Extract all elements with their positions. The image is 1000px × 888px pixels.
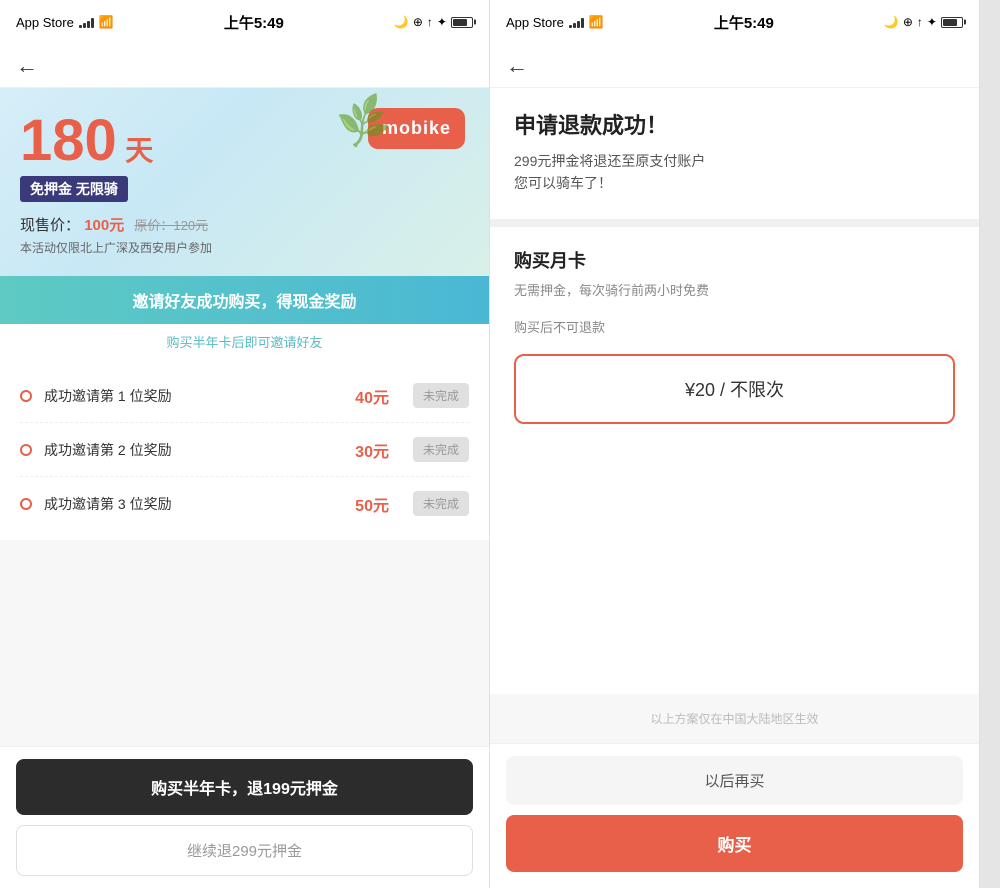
- monthly-card[interactable]: ¥20 / 不限次: [514, 354, 955, 424]
- status-left: App Store 📶: [16, 15, 114, 30]
- price-label: 现售价：: [20, 217, 80, 234]
- arrow-icon-right: ↑: [917, 15, 923, 29]
- back-button-left[interactable]: ←: [16, 53, 38, 79]
- buy-button[interactable]: 购买: [506, 815, 963, 872]
- monthly-desc1: 无需押金，每次骑行前两小时免费: [514, 281, 955, 302]
- later-button[interactable]: 以后再买: [506, 756, 963, 805]
- moon-icon: 🌙: [394, 15, 409, 29]
- invite-banner: 邀请好友成功购买，得现金奖励: [0, 276, 489, 324]
- location-icon: ⊕: [413, 15, 423, 29]
- arrow-icon: ↑: [427, 15, 433, 29]
- invite-sub: 购买半年卡后即可邀请好友: [0, 324, 489, 359]
- reward-amount-2: 30元: [355, 438, 389, 462]
- reward-dot-1: [20, 390, 32, 402]
- back-button-right[interactable]: ←: [506, 53, 528, 79]
- list-item: 成功邀请第 2 位奖励 30元 未完成: [20, 423, 469, 477]
- list-item: 成功邀请第 1 位奖励 40元 未完成: [20, 369, 469, 423]
- continue-refund-button[interactable]: 继续退299元押金: [16, 825, 473, 876]
- monthly-title: 购买月卡: [514, 247, 955, 273]
- reward-status-3: 未完成: [413, 491, 469, 516]
- app-store-label-left: App Store: [16, 15, 74, 30]
- battery-icon-right: [941, 17, 963, 28]
- status-bar-left: App Store 📶 上午5:49 🌙 ⊕ ↑ ✦: [0, 0, 489, 44]
- location-icon-right: ⊕: [903, 15, 913, 29]
- reward-label-2: 成功邀请第 2 位奖励: [44, 440, 343, 460]
- monthly-desc2: 购买后不可退款: [514, 318, 955, 339]
- success-title: 申请退款成功！: [514, 108, 955, 140]
- panel1-scroll: 180 天 免押金 无限骑 现售价： 100元 原价：120元 本活动仅限北上广…: [0, 88, 489, 746]
- reward-dot-3: [20, 498, 32, 510]
- disclaimer: 以上方案仅在中国大陆地区生效: [490, 694, 979, 743]
- hero-note: 本活动仅限北上广深及西安用户参加: [20, 239, 469, 256]
- signal-icon: [79, 17, 94, 28]
- nav-bar-right: ←: [490, 44, 979, 88]
- status-bar-right: App Store 📶 上午5:49 🌙 ⊕ ↑ ✦: [490, 0, 979, 44]
- bluetooth-icon: ✦: [437, 15, 447, 29]
- hero-days: 180: [20, 108, 117, 173]
- status-right-left: 🌙 ⊕ ↑ ✦: [394, 15, 473, 29]
- bottom-buttons-panel1: 购买半年卡，退199元押金 继续退299元押金: [0, 746, 489, 888]
- monthly-section: 购买月卡 无需押金，每次骑行前两小时免费 购买后不可退款 ¥20 / 不限次: [490, 227, 979, 694]
- reward-status-1: 未完成: [413, 383, 469, 408]
- reward-amount-1: 40元: [355, 384, 389, 408]
- time-right: 上午5:49: [714, 12, 774, 33]
- panel-right: App Store 📶 上午5:49 🌙 ⊕ ↑ ✦ ← 申请退款成功！: [490, 0, 980, 888]
- bottom-buttons-panel2: 以后再买 购买: [490, 743, 979, 888]
- app-store-label-right: App Store: [506, 15, 564, 30]
- wifi-icon: 📶: [99, 15, 114, 29]
- list-item: 成功邀请第 3 位奖励 50元 未完成: [20, 477, 469, 530]
- hero-tag: 免押金 无限骑: [20, 176, 128, 202]
- reward-status-2: 未完成: [413, 437, 469, 462]
- reward-list: 成功邀请第 1 位奖励 40元 未完成 成功邀请第 2 位奖励 30元 未完成 …: [0, 359, 489, 540]
- time-left: 上午5:49: [224, 12, 284, 33]
- price-value: 100元: [84, 217, 124, 234]
- reward-dot-2: [20, 444, 32, 456]
- hero-days-unit: 天: [125, 135, 153, 166]
- buy-half-year-button[interactable]: 购买半年卡，退199元押金: [16, 759, 473, 815]
- panel2-scroll: 申请退款成功！ 299元押金将退还至原支付账户 您可以骑车了！ 购买月卡 无需押…: [490, 88, 979, 743]
- reward-amount-3: 50元: [355, 492, 389, 516]
- signal-icon-right: [569, 17, 584, 28]
- battery-icon: [451, 17, 473, 28]
- nav-bar-left: ←: [0, 44, 489, 88]
- success-desc2: 您可以骑车了！: [514, 172, 955, 194]
- moon-icon-right: 🌙: [884, 15, 899, 29]
- monthly-card-text: ¥20 / 不限次: [685, 380, 784, 400]
- wifi-icon-right: 📶: [589, 15, 604, 29]
- original-price: 原价：120元: [134, 218, 208, 233]
- status-left-right: App Store 📶: [506, 15, 604, 30]
- bluetooth-icon-right: ✦: [927, 15, 937, 29]
- reward-label-1: 成功邀请第 1 位奖励: [44, 386, 343, 406]
- panel-left: App Store 📶 上午5:49 🌙 ⊕ ↑ ✦ ←: [0, 0, 490, 888]
- success-desc1: 299元押金将退还至原支付账户: [514, 150, 955, 172]
- reward-label-3: 成功邀请第 3 位奖励: [44, 494, 343, 514]
- status-right-right: 🌙 ⊕ ↑ ✦: [884, 15, 963, 29]
- success-section: 申请退款成功！ 299元押金将退还至原支付账户 您可以骑车了！: [490, 88, 979, 227]
- hero-price: 现售价： 100元 原价：120元: [20, 214, 469, 235]
- hero-banner: 180 天 免押金 无限骑 现售价： 100元 原价：120元 本活动仅限北上广…: [0, 88, 489, 276]
